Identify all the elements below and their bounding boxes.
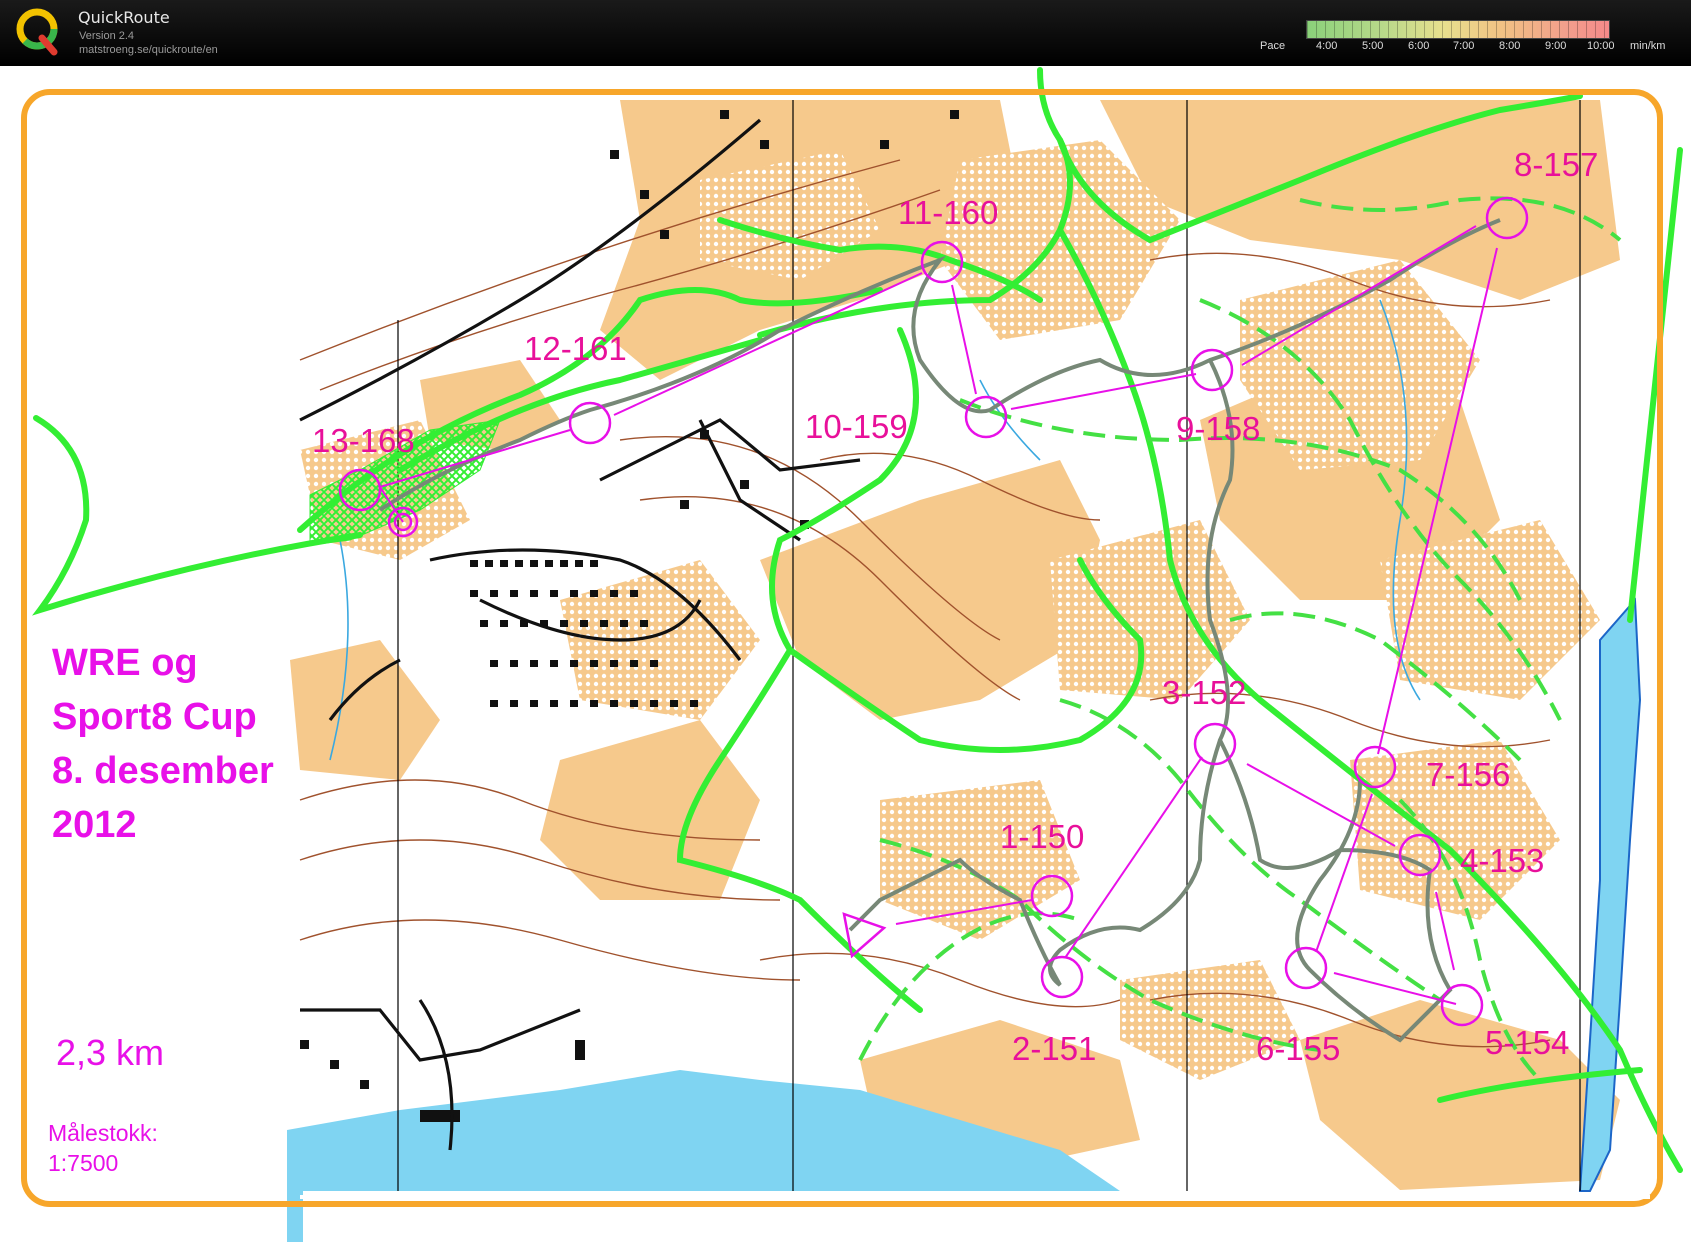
app-title: QuickRoute — [78, 8, 170, 27]
control-label: 1-150 — [1000, 818, 1085, 855]
event-title-line: WRE og — [52, 642, 198, 684]
orienteering-map[interactable]: 1-150 2-151 3-152 4-153 5-154 6-155 7-15… — [0, 66, 1691, 1242]
control-label: 10-159 — [805, 408, 908, 445]
pace-tick: 5:00 — [1362, 40, 1384, 52]
event-title: WRE og Sport8 Cup 8. desember 2012 — [52, 636, 274, 852]
pace-tick: 8:00 — [1499, 40, 1521, 52]
map-scale: Målestokk: 1:7500 — [48, 1118, 158, 1178]
control-label: 11-160 — [898, 194, 999, 231]
scale-label: Målestokk: — [48, 1120, 158, 1146]
track-overlap-fix — [300, 1195, 1650, 1199]
pace-tick: 6:00 — [1408, 40, 1430, 52]
pace-color-scale — [1306, 20, 1610, 39]
course-distance: 2,3 km — [56, 1032, 165, 1073]
pace-tick-labels: 4:00 5:00 6:00 7:00 8:00 9:00 10:00 — [0, 40, 1691, 54]
pace-tick: 10:00 — [1587, 40, 1615, 52]
pace-tick: 7:00 — [1453, 40, 1475, 52]
control-label: 8-157 — [1514, 146, 1599, 183]
event-title-line: 8. desember — [52, 750, 274, 792]
app-header: QuickRoute Version 2.4 matstroeng.se/qui… — [0, 0, 1691, 66]
event-title-line: 2012 — [52, 804, 137, 846]
control-label: 4-153 — [1460, 842, 1545, 879]
control-label: 3-152 — [1162, 674, 1247, 711]
control-label: 9-158 — [1176, 410, 1261, 447]
control-label: 7-156 — [1426, 756, 1511, 793]
control-label: 13-168 — [312, 422, 415, 459]
pace-tick: 9:00 — [1545, 40, 1567, 52]
scale-value: 1:7500 — [48, 1150, 119, 1176]
event-title-line: Sport8 Cup — [52, 696, 257, 738]
control-label: 5-154 — [1485, 1024, 1570, 1061]
control-label: 6-155 — [1256, 1030, 1341, 1067]
control-label: 2-151 — [1012, 1030, 1097, 1067]
control-label: 12-161 — [524, 330, 627, 367]
pace-tick: 4:00 — [1316, 40, 1338, 52]
pace-unit: min/km — [1630, 40, 1666, 52]
